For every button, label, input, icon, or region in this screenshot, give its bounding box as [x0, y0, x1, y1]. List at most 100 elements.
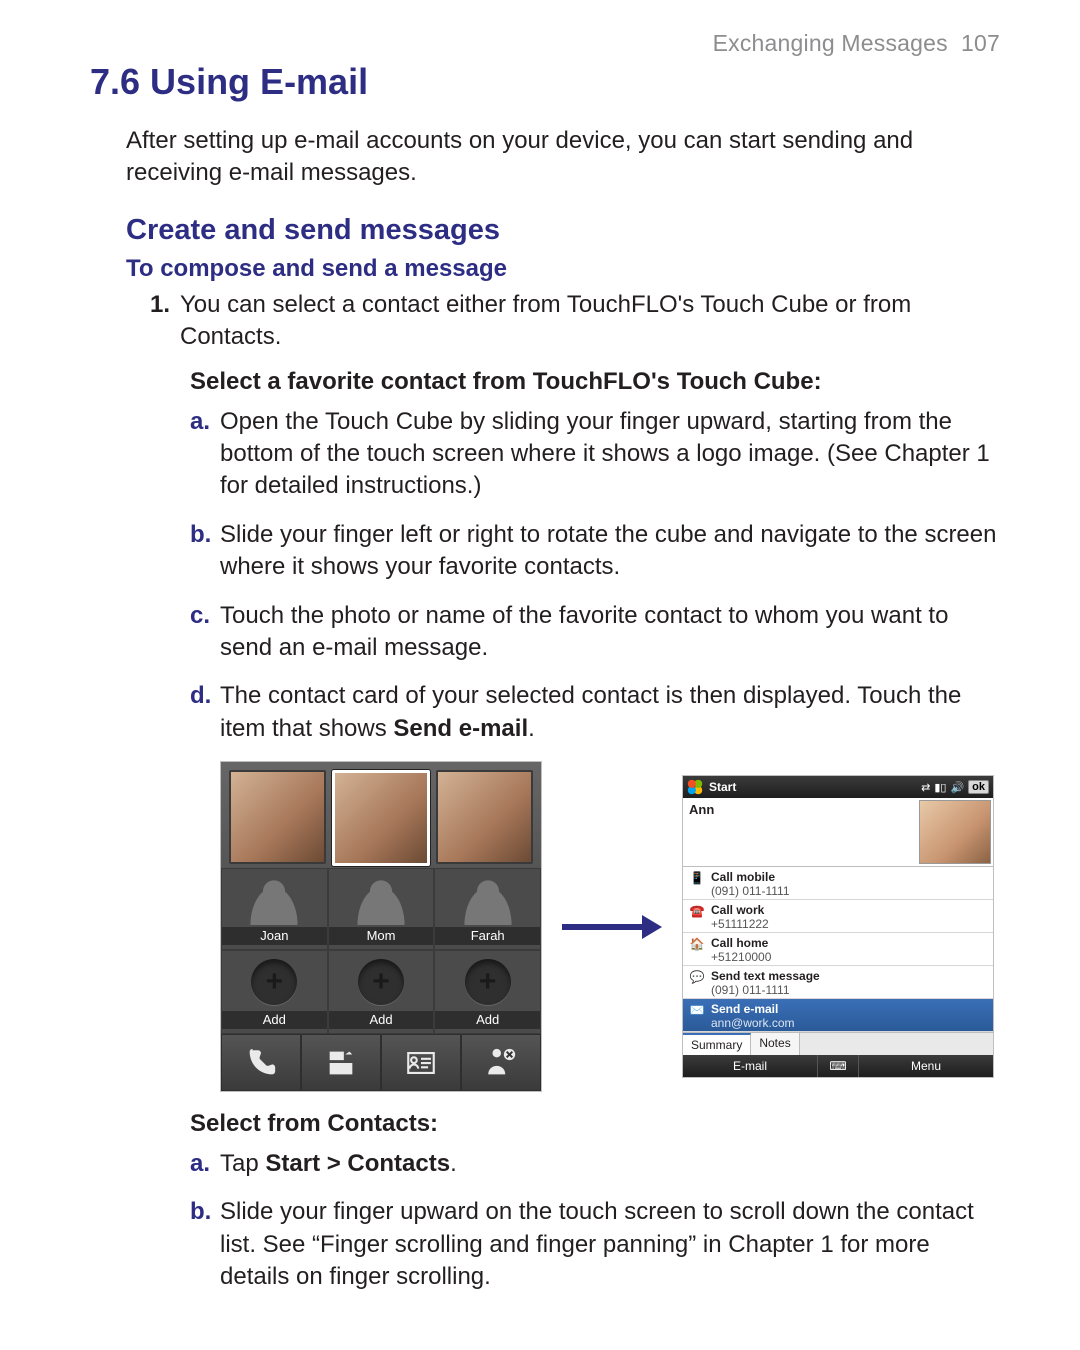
row-title: Call home	[711, 936, 987, 950]
phone-button[interactable]	[221, 1034, 301, 1091]
plus-icon: +	[358, 959, 404, 1005]
start-label[interactable]: Start	[709, 780, 915, 794]
running-head: Exchanging Messages 107	[80, 30, 1000, 57]
plus-icon: +	[251, 959, 297, 1005]
step-a: a. Open the Touch Cube by sliding your f…	[190, 406, 1000, 503]
connectivity-icon: ⇄	[921, 781, 930, 794]
add-label: Add	[329, 1011, 434, 1029]
row-title: Send e-mail	[711, 1002, 987, 1016]
step-a-pre: Tap	[220, 1150, 265, 1177]
softkey-left[interactable]: E-mail	[683, 1055, 817, 1077]
add-label: Add	[222, 1011, 327, 1029]
wm-titlebar: Start ⇄ ▮▯ 🔊 ok	[683, 776, 993, 798]
phone-icon	[244, 1046, 278, 1080]
call-home-row[interactable]: 🏠 Call home+51210000	[683, 933, 993, 966]
favorite-photo-3[interactable]	[436, 770, 533, 864]
tab-summary[interactable]: Summary	[683, 1033, 751, 1055]
favorite-name: Mom	[329, 927, 434, 945]
add-favorite-button[interactable]: + Add	[434, 950, 541, 1034]
mobile-phone-icon: 📱	[689, 870, 705, 886]
row-title: Send text message	[711, 969, 987, 983]
step-letter: a.	[190, 406, 220, 503]
step-letter: d.	[190, 680, 220, 745]
favorite-photo-2-selected[interactable]	[332, 770, 431, 866]
favorite-name: Farah	[435, 927, 540, 945]
contact-card-screenshot: Start ⇄ ▮▯ 🔊 ok Ann 📱 Call mobile(091) 0…	[682, 775, 994, 1078]
contacts-steps: a. Tap Start > Contacts. b. Slide your f…	[190, 1148, 1000, 1294]
intro-paragraph: After setting up e-mail accounts on your…	[126, 125, 994, 190]
row-value: (091) 011-1111	[711, 884, 987, 898]
call-mobile-row[interactable]: 📱 Call mobile(091) 011-1111	[683, 867, 993, 900]
cube-toolbar	[221, 1034, 541, 1091]
remove-contact-button[interactable]	[461, 1034, 541, 1091]
contact-tabs: Summary Notes	[683, 1032, 993, 1055]
add-label: Add	[435, 1011, 540, 1029]
call-work-row[interactable]: ☎️ Call work+51111222	[683, 900, 993, 933]
redial-button[interactable]	[301, 1034, 381, 1091]
manual-page: Exchanging Messages 107 7.6 Using E-mail…	[0, 0, 1080, 1350]
contact-remove-icon	[484, 1046, 518, 1080]
favorite-cell[interactable]: Farah	[434, 868, 541, 950]
touch-cube-lead: Select a favorite contact from TouchFLO'…	[190, 368, 1000, 396]
page-number: 107	[961, 30, 1000, 56]
contact-avatar	[919, 800, 991, 864]
arrow-right-icon	[562, 917, 662, 937]
row-value: +51111222	[711, 917, 987, 931]
row-value: (091) 011-1111	[711, 983, 987, 997]
email-icon: ✉️	[689, 1002, 705, 1018]
row-value: ann@work.com	[711, 1016, 987, 1030]
windows-flag-icon	[687, 779, 703, 795]
step-letter: a.	[190, 1148, 220, 1180]
step-d: d. The contact card of your selected con…	[190, 680, 1000, 745]
step-text: Open the Touch Cube by sliding your fing…	[220, 406, 1000, 503]
signal-icon: ▮▯	[934, 781, 946, 794]
step-d-pre: The contact card of your selected contac…	[220, 682, 961, 741]
contact-header: Ann	[683, 798, 993, 867]
person-silhouette-icon	[244, 877, 304, 925]
person-silhouette-icon	[458, 877, 518, 925]
home-phone-icon: 🏠	[689, 936, 705, 952]
step-letter: b.	[190, 519, 220, 584]
step-text: Slide your finger upward on the touch sc…	[220, 1196, 1000, 1293]
softkey-bar: E-mail ⌨ Menu	[683, 1055, 993, 1077]
softkey-right[interactable]: Menu	[859, 1055, 993, 1077]
status-tray: ⇄ ▮▯ 🔊 ok	[921, 780, 989, 794]
person-silhouette-icon	[351, 877, 411, 925]
step-a-post: .	[450, 1150, 457, 1177]
step-c: c. Touch the photo or name of the favori…	[190, 600, 1000, 665]
step-text: You can select a contact either from Tou…	[180, 289, 1000, 354]
contact-card-button[interactable]	[381, 1034, 461, 1091]
send-text-row[interactable]: 💬 Send text message(091) 011-1111	[683, 966, 993, 999]
contact-actions-list: 📱 Call mobile(091) 011-1111 ☎️ Call work…	[683, 867, 993, 1032]
chapter-name: Exchanging Messages	[713, 30, 948, 56]
send-email-row-selected[interactable]: ✉️ Send e-mailann@work.com	[683, 999, 993, 1032]
tab-notes[interactable]: Notes	[751, 1033, 799, 1055]
step-a-bold: Start > Contacts	[265, 1150, 450, 1177]
plus-icon: +	[465, 959, 511, 1005]
touch-cube-steps: a. Open the Touch Cube by sliding your f…	[190, 406, 1000, 746]
keyboard-button[interactable]: ⌨	[817, 1055, 859, 1077]
favorite-cell[interactable]: Joan	[221, 868, 328, 950]
add-favorite-button[interactable]: + Add	[328, 950, 435, 1034]
add-favorite-button[interactable]: + Add	[221, 950, 328, 1034]
step-d-post: .	[528, 715, 535, 742]
row-title: Call mobile	[711, 870, 987, 884]
favorite-names-row: Joan Mom Farah	[221, 868, 541, 950]
sms-icon: 💬	[689, 969, 705, 985]
keyboard-icon: ⌨	[829, 1059, 846, 1073]
section-title: 7.6 Using E-mail	[90, 61, 1000, 103]
step-1: 1. You can select a contact either from …	[150, 289, 1000, 354]
row-title: Call work	[711, 903, 987, 917]
row-value: +51210000	[711, 950, 987, 964]
ok-button[interactable]: ok	[968, 780, 989, 794]
favorite-cell[interactable]: Mom	[328, 868, 435, 950]
step-letter: b.	[190, 1196, 220, 1293]
step-letter: c.	[190, 600, 220, 665]
procedure-title: To compose and send a message	[126, 255, 1000, 283]
figure-row: Joan Mom Farah + Add + Add	[220, 761, 1000, 1092]
contacts-step-a: a. Tap Start > Contacts.	[190, 1148, 1000, 1180]
contacts-step-b: b. Slide your finger upward on the touch…	[190, 1196, 1000, 1293]
step-d-bold: Send e-mail	[393, 715, 528, 742]
favorite-name: Joan	[222, 927, 327, 945]
favorite-photo-1[interactable]	[229, 770, 326, 864]
